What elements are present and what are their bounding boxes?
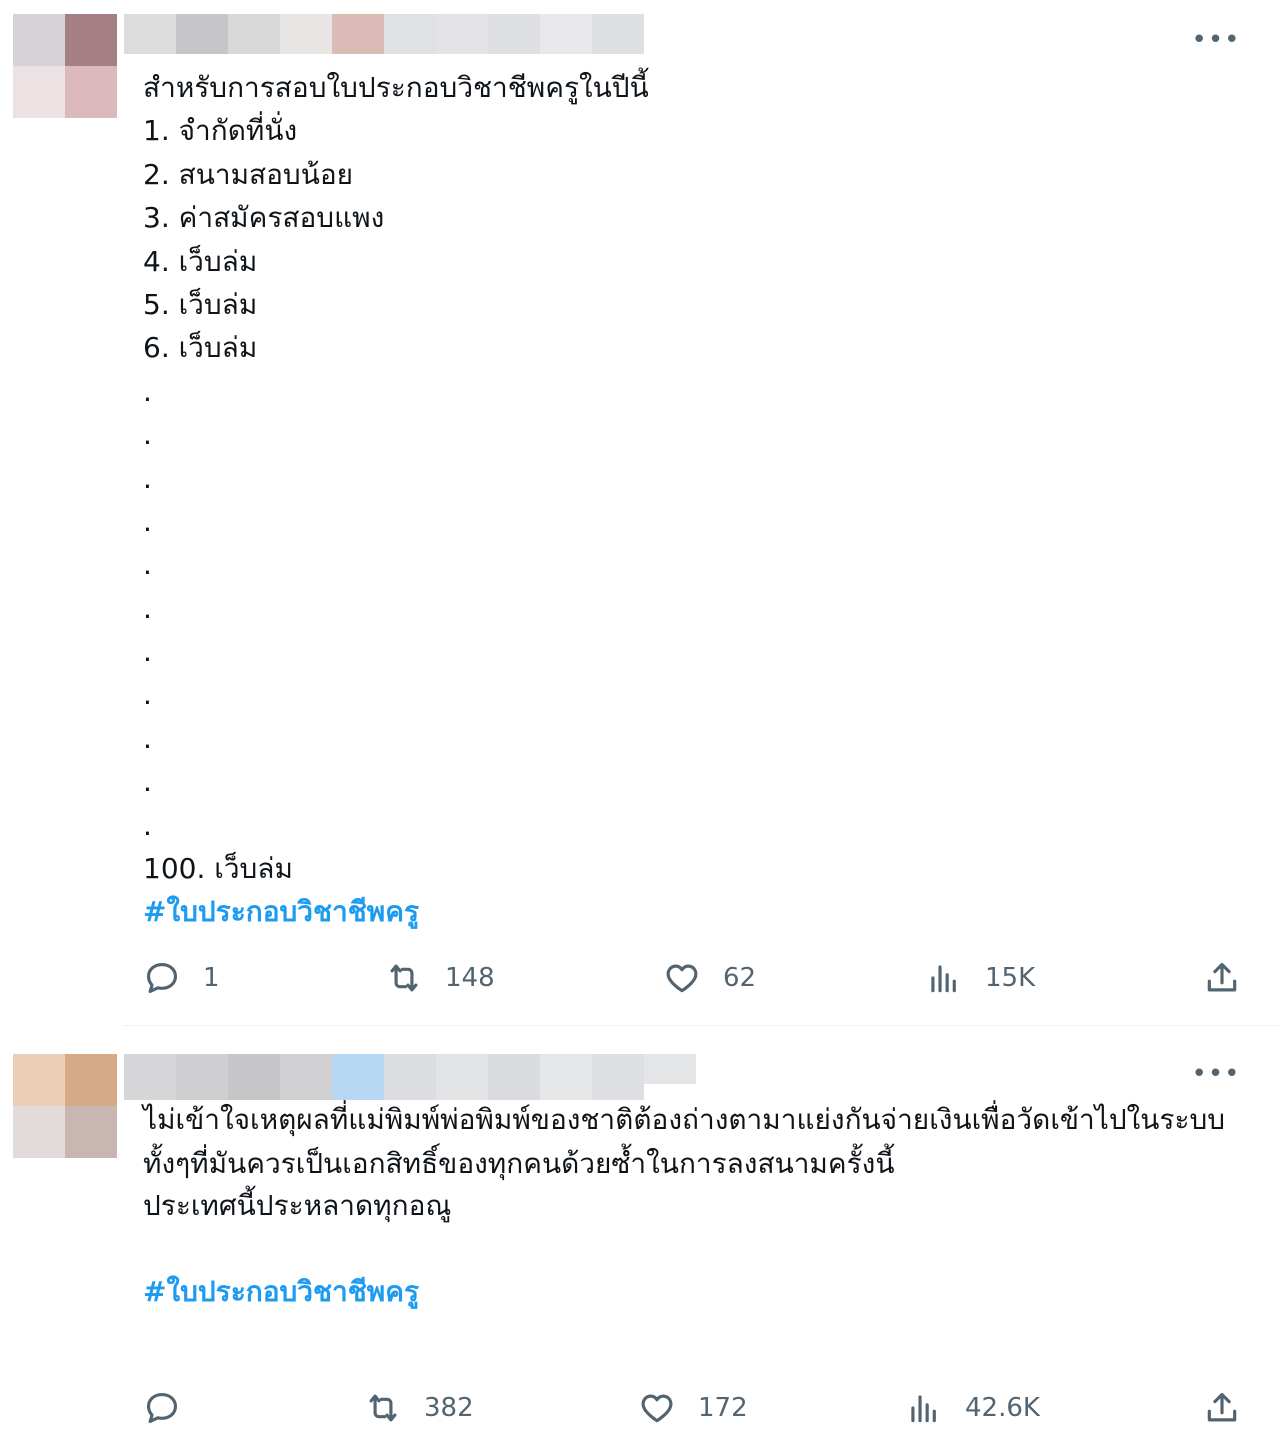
tweet-line: . xyxy=(143,635,152,669)
views-button[interactable]: 42.6K xyxy=(905,1383,1040,1433)
views-icon xyxy=(931,965,956,993)
more-options-icon[interactable]: ••• xyxy=(1192,27,1240,53)
tweet-line: . xyxy=(143,721,152,755)
tweet-line: 3. ค่าสมัครสอบแพง xyxy=(143,201,385,235)
retweet-icon xyxy=(369,1394,397,1422)
share-button[interactable] xyxy=(1203,1383,1241,1433)
like-count: 62 xyxy=(723,963,757,993)
tweet-line: 1. จำกัดที่นั่ง xyxy=(143,114,298,148)
avatar[interactable] xyxy=(13,14,117,118)
tweet-line: . xyxy=(143,765,152,799)
tweet-actions: 382 172 42.6K xyxy=(0,1383,1280,1433)
retweet-button[interactable]: 382 xyxy=(364,1383,474,1433)
share-icon xyxy=(1207,1392,1237,1422)
views-icon xyxy=(911,1395,936,1423)
tweet-line: . xyxy=(143,591,152,625)
retweet-count: 148 xyxy=(445,963,495,993)
retweet-icon xyxy=(390,964,418,992)
share-icon xyxy=(1207,962,1237,992)
tweet-paragraph: ประเทศนี้ประหลาดทุกอณู xyxy=(143,1189,452,1222)
more-options-icon[interactable]: ••• xyxy=(1192,1061,1240,1087)
tweet-line: . xyxy=(143,461,152,495)
tweet-text: สำหรับการสอบใบประกอบวิชาชีพครูในปีนี้ 1.… xyxy=(143,66,1240,934)
reply-button[interactable]: 1 xyxy=(143,953,220,1003)
tweet-actions: 1 148 62 15K xyxy=(0,953,1280,1003)
views-count: 42.6K xyxy=(965,1393,1040,1423)
reply-icon xyxy=(146,1392,178,1424)
like-icon xyxy=(666,964,698,993)
views-count: 15K xyxy=(985,963,1036,993)
views-button[interactable]: 15K xyxy=(925,953,1035,1003)
tweet-line: 2. สนามสอบน้อย xyxy=(143,157,354,191)
like-count: 172 xyxy=(698,1393,748,1423)
reply-button[interactable] xyxy=(143,1383,203,1433)
share-button[interactable] xyxy=(1203,953,1241,1003)
tweet-line: 6. เว็บล่ม xyxy=(143,331,258,365)
author-name-redacted[interactable] xyxy=(124,1054,696,1100)
tweet-line: . xyxy=(143,374,152,408)
tweet-line: . xyxy=(143,504,152,538)
tweet-text: ไม่เข้าใจเหตุผลที่แม่พิมพ์พ่อพิมพ์ของชาต… xyxy=(143,1098,1243,1314)
tweet-line: 5. เว็บล่ม xyxy=(143,287,258,321)
tweet-1: ••• สำหรับการสอบใบประกอบวิชาชีพครูในปีนี… xyxy=(0,0,1280,1026)
author-name-redacted[interactable] xyxy=(124,14,644,54)
tweet-line: . xyxy=(143,548,152,582)
tweet-line: . xyxy=(143,418,152,452)
retweet-button[interactable]: 148 xyxy=(385,953,495,1003)
like-button[interactable]: 62 xyxy=(663,953,756,1003)
tweet-line: . xyxy=(143,678,152,712)
like-button[interactable]: 172 xyxy=(638,1383,748,1433)
tweet-line: 4. เว็บล่ม xyxy=(143,244,258,278)
hashtag-link[interactable]: #ใบประกอบวิชาชีพครู xyxy=(143,1270,1243,1314)
avatar[interactable] xyxy=(13,1054,117,1158)
tweet-2: ••• ไม่เข้าใจเหตุผลที่แม่พิมพ์พ่อพิมพ์ขอ… xyxy=(0,1026,1280,1448)
tweet-line: 100. เว็บล่ม xyxy=(143,852,293,886)
retweet-count: 382 xyxy=(424,1393,474,1423)
like-icon xyxy=(641,1394,673,1423)
reply-icon xyxy=(146,962,178,994)
tweet-line: สำหรับการสอบใบประกอบวิชาชีพครูในปีนี้ xyxy=(143,71,649,104)
tweet-paragraph: ไม่เข้าใจเหตุผลที่แม่พิมพ์พ่อพิมพ์ของชาต… xyxy=(143,1103,1226,1180)
tweet-line: . xyxy=(143,808,152,842)
reply-count: 1 xyxy=(203,963,220,993)
hashtag-link[interactable]: #ใบประกอบวิชาชีพครู xyxy=(143,890,1240,933)
